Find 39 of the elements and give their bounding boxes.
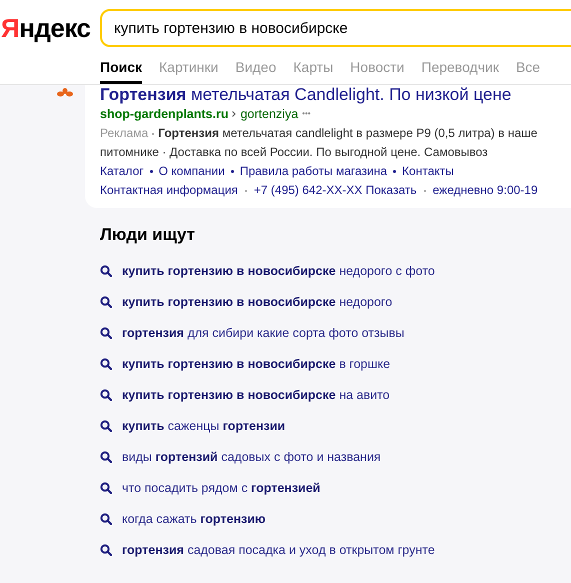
related-query-link[interactable]: виды гортензий садовых с фото и названия	[122, 450, 381, 464]
ad-description: питомнике · Доставка по всей России. По выгодной цене. Самовывоз	[100, 144, 489, 161]
contact-link[interactable]: ежедневно 9:00-19	[432, 181, 538, 200]
related-query-link[interactable]: купить гортензию в новосибирске в горшке	[122, 356, 390, 370]
ad-path[interactable]: gortenziya	[240, 104, 298, 124]
related-query-link[interactable]: гортензия садовая посадка и уход в открытом грунте	[122, 542, 435, 556]
more-menu[interactable]: •••	[302, 104, 311, 124]
search-icon	[100, 544, 112, 556]
related-query-link[interactable]: что посадить рядом с гортензией	[122, 480, 320, 494]
ad-domain[interactable]: shop-gardenplants.ru	[100, 104, 228, 124]
search-icon	[100, 358, 112, 370]
search-icon	[100, 420, 112, 432]
section-heading: Люди ищут	[100, 225, 196, 245]
related-query-link[interactable]: купить гортензию в новосибирске недорого	[122, 294, 392, 308]
search-icon	[100, 482, 112, 494]
ad-description: Гортензия метельчатая candlelight в размере P9 (0,5 литра) в наше	[158, 125, 538, 142]
search-icon	[100, 264, 112, 276]
related-query-link[interactable]: купить гортензию в новосибирске недорого с фото	[122, 264, 435, 278]
related-query-link[interactable]: гортензия для сибири какие сорта фото отзывы	[122, 326, 404, 340]
sitelink[interactable]: О компании	[158, 162, 225, 181]
sitelink[interactable]: Контакты	[402, 162, 454, 181]
ad-title[interactable]: Гортензия метельчатая Candlelight. По низкой цене	[100, 85, 571, 104]
search-icon	[100, 512, 112, 524]
search-field[interactable]: купить гортензию в новосибирске	[100, 9, 571, 47]
flower-icon	[57, 88, 73, 98]
chevron-icon	[232, 111, 236, 117]
search-icon	[100, 450, 112, 462]
sitelink[interactable]: Каталог	[100, 162, 144, 181]
search-icon	[100, 388, 112, 400]
search-icon	[100, 296, 112, 308]
contact-link[interactable]: +7 (495) 642-XX-XX Показать	[254, 181, 417, 200]
sitelink[interactable]: Правила работы магазина	[240, 162, 388, 181]
search-icon	[100, 326, 112, 338]
ad-label: Реклама	[100, 125, 148, 142]
related-query-link[interactable]: купить саженцы гортензии	[122, 418, 286, 432]
contact-link[interactable]: Контактная информация	[100, 181, 238, 200]
related-query-link[interactable]: когда сажать гортензию	[122, 512, 266, 526]
logo[interactable]: Яндекс	[0, 12, 100, 44]
related-query-link[interactable]: купить гортензию в новосибирске на авито	[122, 388, 390, 402]
